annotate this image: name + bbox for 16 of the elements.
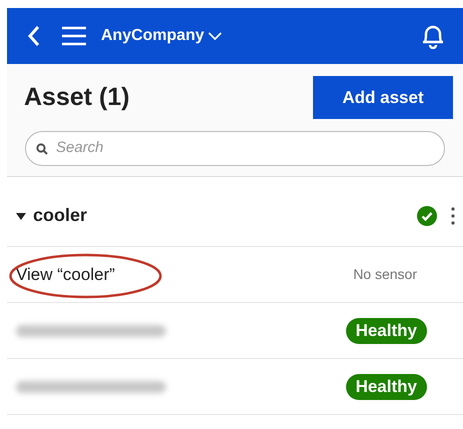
search-icon <box>36 142 48 154</box>
chevron-down-icon <box>208 32 222 40</box>
add-asset-button[interactable]: Add asset <box>313 76 453 119</box>
page-title: Asset (1) <box>24 82 130 113</box>
search-field[interactable]: Search <box>25 131 445 166</box>
status-badge: Healthy <box>346 318 427 344</box>
search-input[interactable]: Search <box>56 137 444 160</box>
bell-icon[interactable] <box>421 23 445 49</box>
company-selector[interactable]: AnyCompany <box>101 24 222 48</box>
status-badge: Healthy <box>346 374 427 400</box>
caret-down-icon[interactable] <box>16 210 26 220</box>
back-icon[interactable] <box>27 25 41 47</box>
sensor-status: No sensor <box>353 265 417 284</box>
more-icon[interactable] <box>451 206 455 224</box>
group-name: cooler <box>33 204 88 227</box>
menu-icon[interactable] <box>61 26 87 46</box>
